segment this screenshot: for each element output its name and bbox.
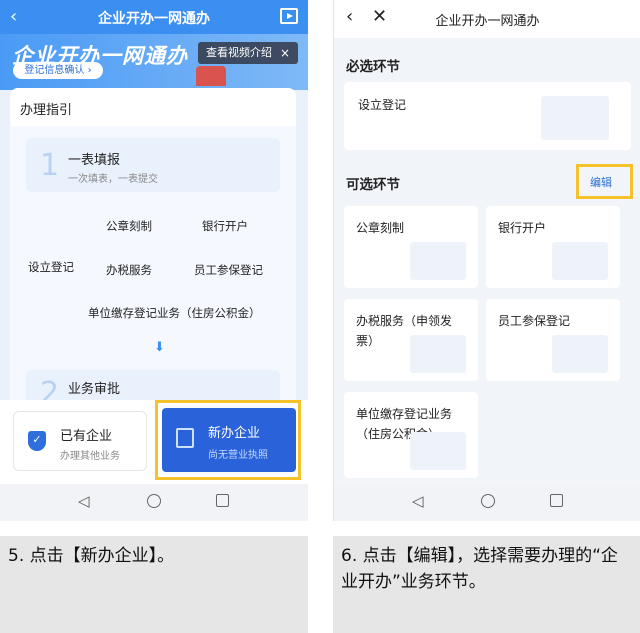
nav-recent-icon[interactable] (550, 494, 563, 507)
option-label: 银行开户 (498, 221, 547, 235)
seal-illustration (410, 242, 466, 280)
option-card-tax[interactable]: 办税服务（申领发票） (344, 299, 478, 381)
flow-bank: 银行开户 (202, 219, 248, 233)
arrow-down-icon: ⬇ (154, 340, 165, 355)
seal-illustration (196, 66, 226, 86)
guide-card: 办理指引 1 一表填报 一次填表，一表提交 公章刻制 银行开户 设立登记 办税服… (10, 88, 296, 411)
optional-section-title: 可选环节 (346, 177, 400, 193)
share-icon[interactable] (280, 8, 298, 24)
option-card-fund[interactable]: 单位缴存登记业务（住房公积金） (344, 392, 478, 478)
page-title: 企业开办一网通办 (435, 14, 540, 29)
flow-social: 员工参保登记 (194, 263, 263, 277)
existing-company-button[interactable]: ✓ 已有企业 办理其他业务 (13, 411, 147, 471)
house-illustration (410, 432, 466, 470)
nav-home-icon[interactable] (147, 494, 161, 508)
option-label: 公章刻制 (356, 221, 405, 235)
new-company-subtitle: 尚无营业执照 (208, 450, 268, 461)
guide-header: 办理指引 (10, 88, 296, 126)
nav-back-icon[interactable]: ◁ (78, 492, 90, 510)
system-nav-bar: ◁ (334, 484, 640, 521)
step-subtitle: 一次填表，一表提交 (68, 174, 158, 185)
page-title: 企业开办一网通办 (98, 11, 210, 27)
step-number: 1 (40, 148, 60, 183)
nav-home-icon[interactable] (481, 494, 495, 508)
right-phone-screen: ‹ ✕ 企业开办一网通办 必选环节 设立登记 可选环节 公章刻制 银行开户 办税… (333, 0, 640, 521)
close-icon[interactable]: × (280, 42, 290, 64)
option-label: 员工参保登记 (498, 314, 571, 328)
top-bar: ‹ 企业开办一网通办 (0, 0, 308, 34)
new-company-button[interactable]: 新办企业 尚无营业执照 (162, 408, 296, 472)
bank-card-illustration (552, 242, 608, 280)
guide-title: 办理指引 (20, 103, 73, 118)
step-one: 1 一表填报 一次填表，一表提交 (26, 138, 280, 192)
step-caption-right: 6. 点击【编辑】，选择需要办理的“企业开办”业务环节。 (333, 536, 640, 633)
system-nav-bar: ◁ (0, 484, 308, 521)
nav-back-icon[interactable]: ◁ (412, 492, 424, 510)
required-item-label: 设立登记 (358, 98, 407, 112)
step-caption-left: 5. 点击【新办企业】。 (0, 536, 308, 633)
flow-fund: 单位缴存登记业务（住房公积金） (88, 306, 261, 320)
left-phone-screen: ‹ 企业开办一网通办 企业开办一网通办 登记信息确认 › 查看视频介绍 × 办理… (0, 0, 308, 521)
document-icon (176, 428, 194, 448)
option-card-bank[interactable]: 银行开户 (486, 206, 620, 288)
new-company-title: 新办企业 (208, 426, 261, 441)
confirm-info-button[interactable]: 登记信息确认 › (13, 62, 103, 79)
edit-button[interactable]: 编辑 (590, 174, 612, 190)
existing-company-subtitle: 办理其他业务 (60, 451, 120, 462)
required-item-card: 设立登记 (344, 82, 631, 150)
option-card-social[interactable]: 员工参保登记 (486, 299, 620, 381)
required-section-title: 必选环节 (346, 59, 400, 75)
step-title: 业务审批 (68, 382, 121, 397)
flow-tax: 办税服务 (106, 263, 152, 277)
option-card-seal[interactable]: 公章刻制 (344, 206, 478, 288)
person-illustration (552, 335, 608, 373)
shield-check-icon: ✓ (28, 431, 46, 451)
certificate-illustration (541, 96, 609, 140)
step-title: 一表填报 (68, 153, 121, 168)
nav-recent-icon[interactable] (216, 494, 229, 507)
video-intro-button[interactable]: 查看视频介绍 × (198, 42, 298, 64)
flow-seal: 公章刻制 (106, 219, 152, 233)
flow-setup: 设立登记 (28, 260, 74, 274)
tax-illustration (410, 335, 466, 373)
top-bar: ‹ ✕ 企业开办一网通办 (334, 0, 640, 38)
video-intro-label: 查看视频介绍 (206, 46, 272, 59)
existing-company-title: 已有企业 (60, 429, 113, 444)
